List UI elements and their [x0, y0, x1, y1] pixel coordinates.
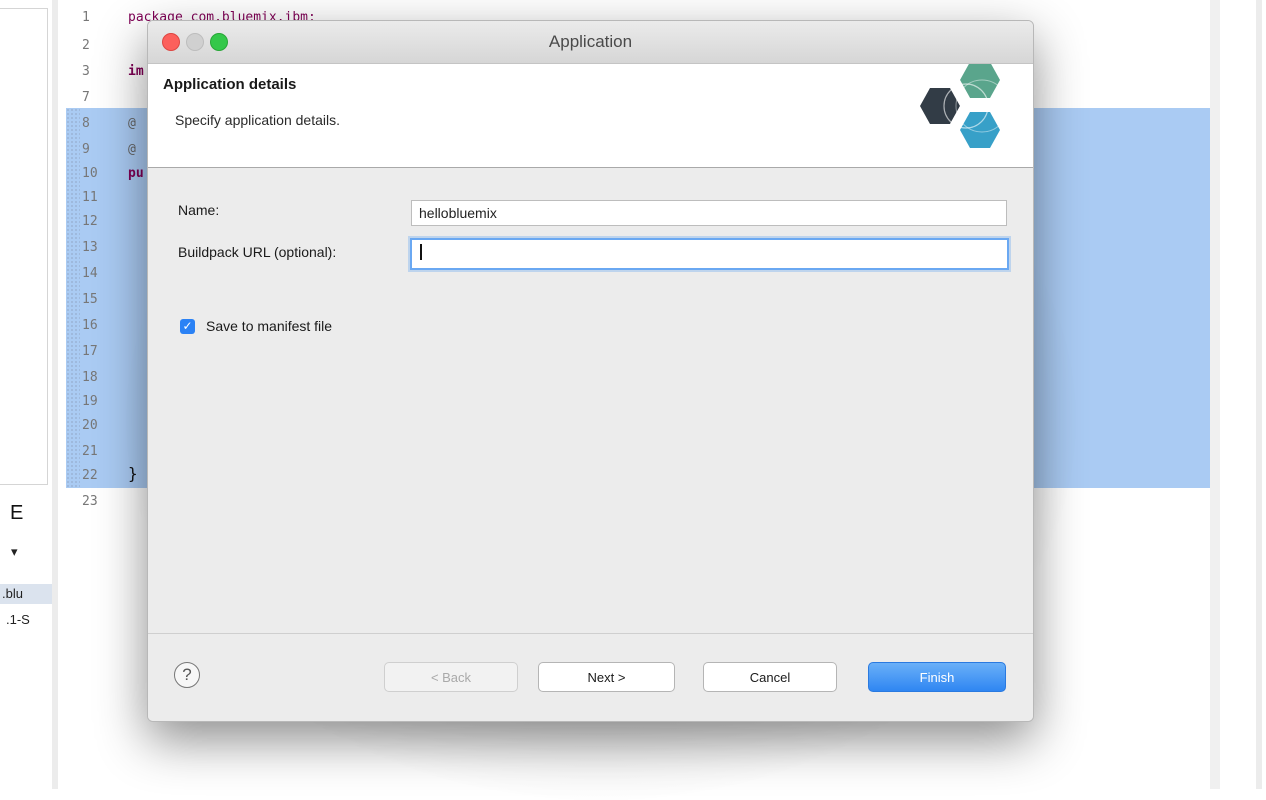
finish-button[interactable]: Finish [868, 662, 1006, 692]
wizard-footer: ? < Back Next > Cancel Finish [148, 633, 1033, 721]
line-number: 16 [82, 318, 98, 333]
left-view-title: E [10, 502, 24, 524]
left-view-panel: E ▾ .blu .1-S [0, 0, 60, 789]
editor-gutter [66, 108, 80, 488]
bluemix-logo-icon [920, 64, 1009, 148]
line-number: 17 [82, 344, 98, 359]
line-number: 10 [82, 166, 98, 181]
line-number: 14 [82, 266, 98, 281]
name-label: Name: [178, 202, 220, 218]
next-button[interactable]: Next > [538, 662, 675, 692]
save-manifest-label[interactable]: Save to manifest file [206, 318, 332, 334]
page-description: Specify application details. [175, 112, 340, 128]
line-number: 9 [82, 142, 90, 157]
line-number: 7 [82, 90, 90, 105]
line-number: 2 [82, 38, 90, 53]
text-caret [420, 244, 422, 260]
save-manifest-checkbox[interactable]: ✓ [180, 319, 195, 334]
buildpack-url-field[interactable] [410, 238, 1009, 270]
panel-divider[interactable] [52, 0, 58, 789]
panel-divider[interactable] [1210, 0, 1220, 789]
help-icon[interactable]: ? [174, 662, 200, 688]
chevron-down-icon[interactable]: ▾ [11, 544, 18, 560]
name-field[interactable]: hellobluemix [411, 200, 1007, 226]
line-number: 3 [82, 64, 90, 79]
line-number: 13 [82, 240, 98, 255]
line-number: 11 [82, 190, 98, 205]
code-line: im [128, 64, 144, 79]
window-title: Application [548, 32, 633, 51]
logo-hex-bottom [960, 112, 1000, 148]
left-list-item[interactable]: .1-S [6, 612, 30, 627]
wizard-header: Application details Specify application … [148, 64, 1033, 168]
left-view-area [0, 8, 48, 485]
line-number: 12 [82, 214, 98, 229]
line-number: 8 [82, 116, 90, 131]
code-line: @ [128, 142, 136, 157]
wizard-form: Name: hellobluemix Buildpack URL (option… [148, 168, 1033, 632]
checkmark-icon: ✓ [182, 319, 193, 333]
cancel-button[interactable]: Cancel [703, 662, 837, 692]
line-number: 15 [82, 292, 98, 307]
line-number: 19 [82, 394, 98, 409]
line-number: 20 [82, 418, 98, 433]
line-number: 21 [82, 444, 98, 459]
window-titlebar[interactable]: Application [148, 21, 1033, 64]
application-dialog: Application Application details Specify … [147, 20, 1034, 722]
code-line: @ [128, 116, 136, 131]
code-line: pu [128, 166, 144, 181]
line-number: 1 [82, 10, 90, 25]
back-button[interactable]: < Back [384, 662, 518, 692]
buildpack-url-label: Buildpack URL (optional): [178, 244, 337, 260]
left-list-item[interactable]: .blu [0, 584, 52, 604]
page-title: Application details [163, 76, 297, 93]
line-number: 23 [82, 494, 98, 509]
line-number: 18 [82, 370, 98, 385]
line-number: 22 [82, 468, 98, 483]
panel-divider[interactable] [1256, 0, 1262, 789]
